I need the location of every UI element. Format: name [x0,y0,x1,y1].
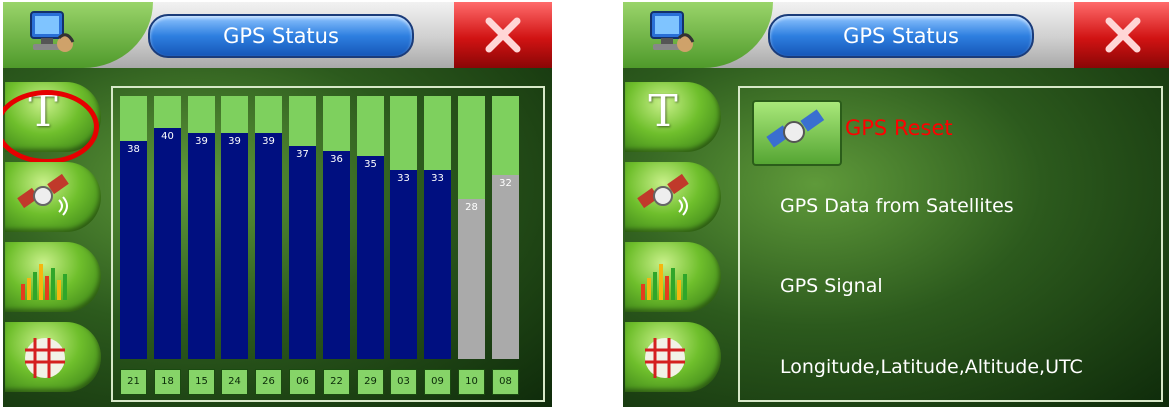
satellite-id-label: 29 [357,369,384,395]
signal-bar-08: 32 [492,96,519,359]
close-button[interactable] [1074,2,1169,68]
window-title: GPS Status [768,14,1034,58]
satellite-id-label: 15 [188,369,215,395]
signal-bar-value: 32 [499,178,512,189]
signal-bar-fill [458,199,485,359]
satellite-id-label: 10 [458,369,485,395]
close-button[interactable] [454,2,552,68]
signal-bar-value: 39 [195,136,208,147]
satellite-view-button[interactable] [5,162,101,232]
highlight-circle [3,90,99,164]
signal-bar-value: 37 [296,149,309,160]
signal-bar-29: 35 [357,96,384,359]
signal-bar-fill [323,151,350,359]
signal-bar-fill [289,146,316,359]
satellite-id-label: 08 [492,369,519,395]
signal-bar-18: 40 [154,96,181,359]
signal-bar-fill [154,128,181,359]
signal-bar-03: 33 [390,96,417,359]
signal-bar-fill [221,133,248,359]
satellite-id-label: 03 [390,369,417,395]
signal-bar-26: 39 [255,96,282,359]
sidebar: T [623,74,723,407]
signal-bar-fill [424,170,451,359]
satellite-id-label: 24 [221,369,248,395]
gps-status-screen-right: GPS Status T GPS Reset GPS Data from Sat… [623,2,1169,407]
position-view-button[interactable] [5,322,101,392]
satellite-icon [17,173,69,216]
signal-bar-value: 38 [127,144,140,155]
signal-bars-icon [641,264,687,300]
signal-bars-icon [21,264,67,300]
signal-bar-15: 39 [188,96,215,359]
signal-bar-value: 33 [397,173,410,184]
info-line-satellite-data: GPS Data from Satellites [780,195,1014,217]
signal-bar-09: 33 [424,96,451,359]
satellite-icon [766,109,825,148]
signal-bar-value: 35 [364,159,377,170]
satellite-view-button[interactable] [625,162,721,232]
computer-icon[interactable] [637,8,695,60]
signal-bar-22: 36 [323,96,350,359]
satellite-id-label: 21 [120,369,147,395]
signal-bar-fill [357,156,384,359]
signal-bar-fill [390,170,417,359]
info-line-position: Longitude,Latitude,Altitude,UTC [780,356,1083,378]
sidebar: T [3,74,103,407]
signal-bar-fill [492,175,519,359]
info-line-signal: GPS Signal [780,275,883,297]
signal-bar-24: 39 [221,96,248,359]
info-panel: GPS Reset GPS Data from Satellites GPS S… [738,86,1163,402]
satellite-id-label: 18 [154,369,181,395]
text-icon: T [648,86,678,137]
grid-map-icon [645,338,685,378]
close-icon [1105,17,1141,53]
signal-bar-value: 33 [431,173,444,184]
signal-chart-panel: 38 21 40 18 39 15 39 24 39 26 37 06 36 22 35 29 33 03 33 09… [111,86,545,402]
signal-bar-fill [120,141,147,359]
signal-bar-value: 40 [161,131,174,142]
title-bar: GPS Status [3,2,552,68]
signal-bar-value: 28 [465,202,478,213]
signal-view-button[interactable] [5,242,101,312]
title-bar: GPS Status [623,2,1169,68]
position-view-button[interactable] [625,322,721,392]
grid-map-icon [25,338,65,378]
gps-status-screen-left: GPS Status T 38 21 40 18 39 15 39 24 39 … [3,2,552,407]
signal-bar-fill [188,133,215,359]
signal-bar-10: 28 [458,96,485,359]
signal-view-button[interactable] [625,242,721,312]
gps-reset-button[interactable] [752,100,842,166]
gps-reset-label[interactable]: GPS Reset [845,116,953,140]
text-view-button[interactable]: T [625,82,721,152]
signal-bar-value: 36 [330,154,343,165]
signal-bar-value: 39 [262,136,275,147]
close-icon [485,17,521,53]
satellite-id-label: 22 [323,369,350,395]
satellite-id-label: 06 [289,369,316,395]
signal-bar-value: 39 [228,136,241,147]
computer-icon[interactable] [17,8,75,60]
satellite-id-label: 09 [424,369,451,395]
window-title: GPS Status [148,14,414,58]
satellite-id-label: 26 [255,369,282,395]
signal-bar-fill [255,133,282,359]
signal-bar-06: 37 [289,96,316,359]
satellite-icon [637,173,689,216]
signal-bar-21: 38 [120,96,147,359]
